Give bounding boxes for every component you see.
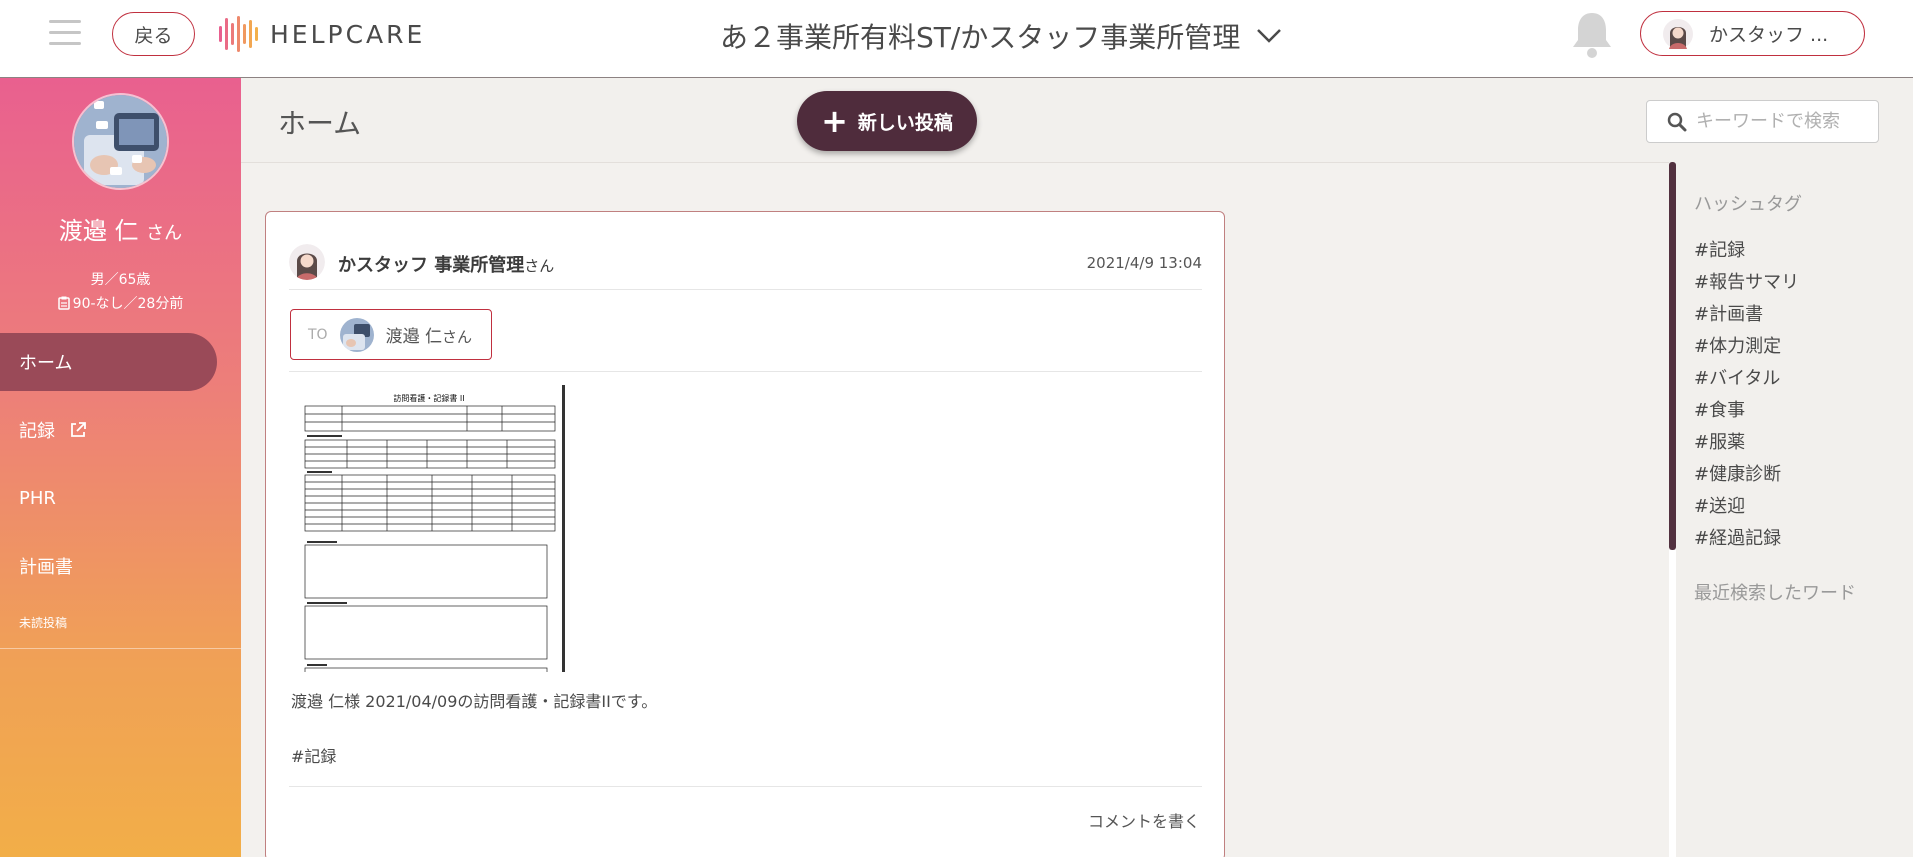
recipient-name-text: 渡邉 仁	[385, 327, 442, 347]
user-avatar	[1663, 18, 1693, 49]
search-box	[1646, 100, 1879, 143]
post-date: 2021/4/9 13:04	[1086, 254, 1202, 272]
notification-bell-icon[interactable]	[1568, 8, 1616, 64]
hashtag-item[interactable]: #記録	[1694, 235, 1799, 267]
post-divider	[289, 371, 1202, 372]
hashtag-item[interactable]: #服薬	[1694, 427, 1799, 459]
scrollbar-thumb[interactable]	[1669, 162, 1676, 550]
attachment-thumbnail[interactable]: 訪問看護・記録書 II	[297, 385, 565, 672]
sidebar-item-label: 計画書	[19, 557, 73, 578]
patient-care-info: 90-なし／28分前	[0, 292, 241, 316]
post-recipient[interactable]: TO 渡邉 仁さん	[290, 309, 492, 360]
logo-mark-icon	[219, 16, 258, 52]
chevron-down-icon	[1257, 29, 1282, 43]
post-author-suffix: さん	[524, 257, 555, 275]
hashtag-item[interactable]: #体力測定	[1694, 331, 1799, 363]
recipient-avatar	[339, 317, 374, 352]
hashtag-list: #記録 #報告サマリ #計画書 #体力測定 #バイタル #食事 #服薬 #健康診…	[1694, 235, 1799, 555]
recent-search-heading: 最近検索したワード	[1694, 583, 1856, 604]
plus-icon: +	[821, 102, 848, 140]
logo-text: HELPCARE	[270, 19, 426, 49]
patient-name-suffix: さん	[146, 223, 183, 244]
hashtag-item[interactable]: #計画書	[1694, 299, 1799, 331]
new-post-label: 新しい投稿	[857, 111, 953, 134]
sidebar-item-phr[interactable]: PHR	[0, 469, 241, 527]
sidebar-item-plan[interactable]: 計画書	[0, 537, 241, 595]
helpcare-logo[interactable]: HELPCARE	[218, 14, 425, 54]
hashtag-item[interactable]: #バイタル	[1694, 363, 1799, 395]
back-button[interactable]: 戻る	[112, 12, 195, 56]
post-card: かスタッフ 事業所管理さん 2021/4/9 13:04 TO 渡邉 仁さん 訪…	[265, 211, 1225, 857]
hashtag-item[interactable]: #健康診断	[1694, 459, 1799, 491]
external-link-icon	[71, 422, 86, 437]
recipient-name-suffix: さん	[441, 328, 472, 346]
user-name: かスタッフ ...	[1709, 24, 1829, 46]
page-title: ホーム	[278, 107, 362, 140]
hashtag-item[interactable]: #食事	[1694, 395, 1799, 427]
patient-info: 男／65歳 90-なし／28分前	[0, 268, 241, 316]
sidebar-item-label: 未読投稿	[19, 616, 68, 630]
office-selector-label: あ２事業所有料ST/かスタッフ事業所管理	[720, 21, 1241, 54]
author-avatar[interactable]	[289, 244, 325, 280]
hashtag-item[interactable]: #経過記録	[1694, 523, 1799, 555]
attachment-title: 訪問看護・記録書 II	[393, 393, 464, 403]
hashtag-heading: ハッシュタグ	[1694, 194, 1802, 215]
hashtag-item[interactable]: #報告サマリ	[1694, 267, 1799, 299]
post-author-name: かスタッフ 事業所管理	[338, 255, 525, 276]
user-menu-button[interactable]: かスタッフ ...	[1640, 11, 1865, 56]
office-selector[interactable]: あ２事業所有料ST/かスタッフ事業所管理	[720, 14, 1282, 58]
patient-care-info-text: 90-なし／28分前	[72, 296, 184, 312]
to-label: TO	[308, 326, 328, 343]
patient-name-text: 渡邉 仁	[58, 217, 139, 245]
sidebar-nav: ホーム 記録 PHR 計画書	[0, 333, 241, 605]
content-header: ホーム + 新しい投稿	[241, 78, 1913, 163]
post-hashtag[interactable]: #記録	[291, 743, 336, 767]
clipboard-icon	[57, 296, 70, 310]
hashtag-panel: ハッシュタグ #記録 #報告サマリ #計画書 #体力測定 #バイタル #食事 #…	[1669, 162, 1913, 857]
post-divider	[289, 786, 1202, 787]
sidebar-item-unread[interactable]: 未読投稿	[0, 611, 241, 649]
sidebar-item-label: PHR	[19, 487, 56, 509]
patient-avatar[interactable]	[72, 93, 169, 190]
hashtag-item[interactable]: #送迎	[1694, 491, 1799, 523]
menu-icon[interactable]	[49, 18, 81, 48]
new-post-button[interactable]: + 新しい投稿	[797, 91, 977, 151]
post-author: かスタッフ 事業所管理さん	[338, 251, 554, 277]
recipient-name: 渡邉 仁さん	[386, 322, 472, 347]
search-icon	[1667, 112, 1687, 131]
search-input[interactable]	[1696, 111, 1871, 132]
post-body: 渡邉 仁様 2021/04/09の訪問看護・記録書IIです。	[291, 692, 658, 711]
sidebar-item-label: ホーム	[19, 353, 73, 374]
sidebar-item-label: 記録	[19, 421, 55, 442]
patient-name: 渡邉 仁 さん	[0, 211, 241, 246]
post-header: かスタッフ 事業所管理さん 2021/4/9 13:04	[289, 244, 1202, 290]
sidebar-item-home[interactable]: ホーム	[0, 333, 217, 391]
patient-sidebar: 渡邉 仁 さん 男／65歳 90-なし／28分前 ホーム 記録 PHR 計画書 …	[0, 78, 241, 857]
scrollbar-track	[1669, 550, 1676, 857]
top-header: 戻る HELPCARE あ２事業所有料ST/かスタッフ事業所管理 かスタッフ .…	[0, 0, 1913, 78]
patient-gender-age: 男／65歳	[90, 272, 151, 288]
write-comment-link[interactable]: コメントを書く	[1088, 808, 1200, 832]
sidebar-item-records[interactable]: 記録	[0, 401, 241, 459]
